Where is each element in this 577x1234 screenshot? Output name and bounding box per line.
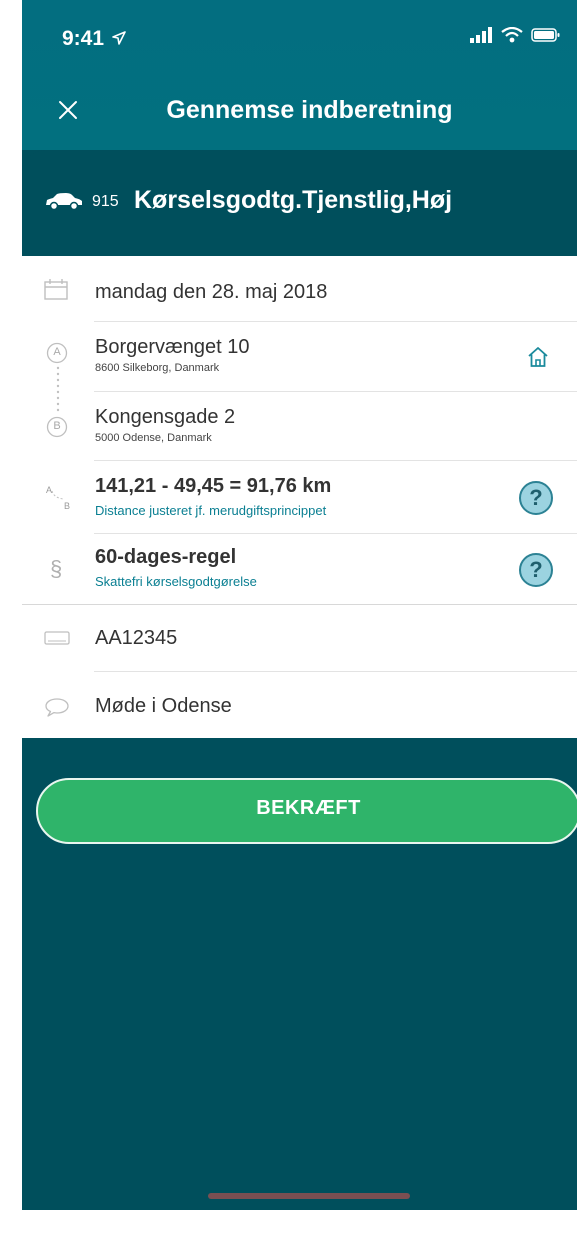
to-address-row[interactable]: B Kongensgade 2 5000 Odense, Danmark xyxy=(22,392,577,460)
phone-screen: 9:41 Gennemse indberetning 915 Kørselsgo… xyxy=(22,0,577,1210)
help-icon: ? xyxy=(529,485,543,510)
home-button[interactable] xyxy=(527,346,549,373)
status-time: 9:41 xyxy=(62,27,126,51)
license-plate-text: AA12345 xyxy=(95,627,178,649)
from-address-row[interactable]: A Borgervænget 10 8600 Silkeborg, Danmar… xyxy=(22,322,577,392)
status-icons xyxy=(470,26,561,51)
battery-icon xyxy=(531,28,560,42)
header: 9:41 Gennemse indberetning xyxy=(22,0,577,150)
calendar-icon xyxy=(44,279,68,300)
marker-b-label: B xyxy=(53,420,61,432)
distance-value: 141,21 - 49,45 = 91,76 km xyxy=(95,475,332,497)
signal-icon xyxy=(470,27,493,43)
comment-row[interactable]: Møde i Odense xyxy=(22,672,577,738)
page-title: Gennemse indberetning xyxy=(166,96,453,124)
car-icon xyxy=(46,193,82,210)
comment-icon xyxy=(45,698,69,717)
category-name: Kørselsgodtg.Tjenstlig,Høj xyxy=(134,186,453,214)
home-icon xyxy=(528,347,548,367)
to-street: Kongensgade 2 xyxy=(95,406,236,428)
distance-icon-b: B xyxy=(64,501,71,511)
category-bar: 915 Kørselsgodtg.Tjenstlig,Høj xyxy=(22,150,577,256)
rule-note: Skattefri kørselsgodtgørelse xyxy=(95,574,257,589)
distance-row[interactable]: A B 141,21 - 49,45 = 91,76 km Distance j… xyxy=(22,461,577,533)
details-card: mandag den 28. maj 2018 A Borgervænget 1… xyxy=(22,256,577,738)
home-indicator xyxy=(208,1193,410,1199)
date-row[interactable]: mandag den 28. maj 2018 xyxy=(22,256,577,322)
status-time-text: 9:41 xyxy=(62,27,105,50)
location-arrow-icon xyxy=(112,31,126,45)
wifi-icon xyxy=(500,26,523,43)
distance-help-button[interactable]: ? xyxy=(519,481,553,515)
marker-a-label: A xyxy=(53,346,61,358)
rule-help-button[interactable]: ? xyxy=(519,553,553,587)
help-icon: ? xyxy=(529,557,543,582)
license-plate-icon xyxy=(44,631,70,645)
distance-curve-icon xyxy=(51,490,65,500)
paragraph-icon: § xyxy=(50,556,63,581)
rule-row[interactable]: § 60-dages-regel Skattefri kørselsgodtgø… xyxy=(22,534,577,604)
license-plate-row[interactable]: AA12345 xyxy=(22,605,577,671)
confirm-button[interactable]: BEKRÆFT xyxy=(36,778,577,844)
from-city: 8600 Silkeborg, Danmark xyxy=(95,362,220,374)
comment-text: Møde i Odense xyxy=(95,695,232,717)
category-code: 915 xyxy=(92,193,119,210)
from-street: Borgervænget 10 xyxy=(95,336,250,358)
to-city: 5000 Odense, Danmark xyxy=(95,432,212,444)
date-text: mandag den 28. maj 2018 xyxy=(95,281,328,303)
rule-title: 60-dages-regel xyxy=(95,546,237,568)
distance-note: Distance justeret jf. merudgiftsprincipp… xyxy=(95,503,327,518)
